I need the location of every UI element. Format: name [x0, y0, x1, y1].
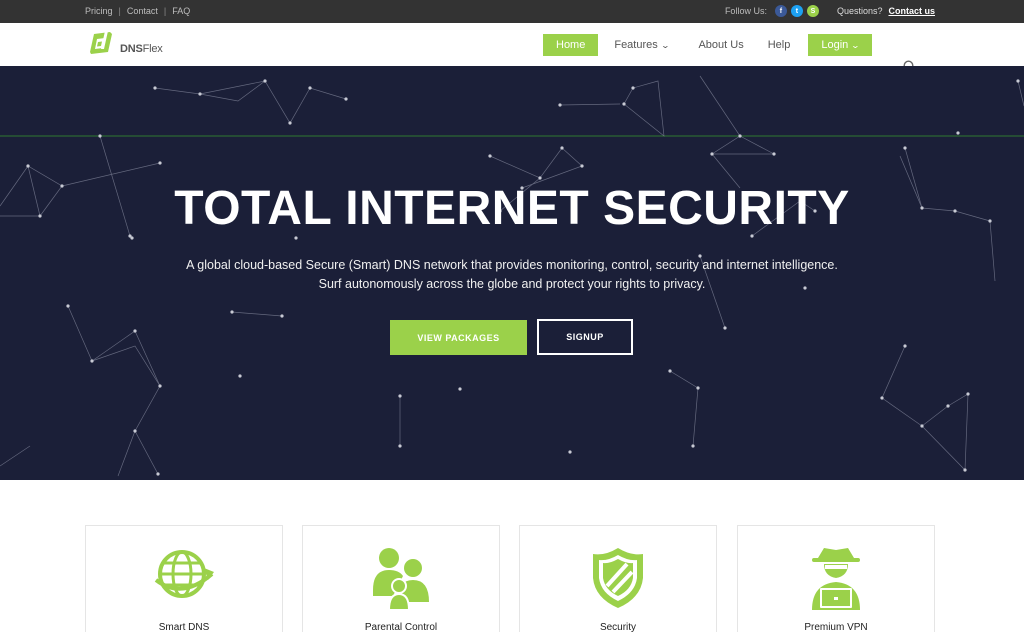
nav-home[interactable]: Home: [543, 33, 599, 56]
nav-menu: Home Features ⌄ About Us Help Login ⌄: [543, 33, 872, 56]
hero-subtitle-line-1: A global cloud-based Secure (Smart) DNS …: [186, 258, 838, 272]
chevron-down-icon: ⌄: [660, 40, 670, 50]
nav-help[interactable]: Help: [760, 34, 799, 56]
nav-about-us[interactable]: About Us: [690, 34, 751, 56]
top-bar: Pricing | Contact | FAQ Follow Us: f t S…: [0, 0, 1024, 23]
view-packages-button[interactable]: VIEW PACKAGES: [390, 320, 527, 355]
pricing-link[interactable]: Pricing: [85, 6, 113, 16]
separator: |: [163, 6, 167, 16]
feature-card-premium-vpn[interactable]: Premium VPN: [737, 525, 935, 632]
top-right: Follow Us: f t S Questions? Contact us: [725, 3, 935, 19]
feature-card-parental-control[interactable]: Parental Control: [302, 525, 500, 632]
feature-card-smart-dns[interactable]: Smart DNS: [85, 525, 283, 632]
spy-laptop-icon: [738, 546, 934, 610]
contact-link[interactable]: Contact: [127, 6, 158, 16]
feature-title: Smart DNS: [158, 622, 210, 632]
hero-subtitle-line-2: Surf autonomously across the globe and p…: [318, 277, 706, 291]
skype-icon[interactable]: S: [806, 5, 819, 17]
globe-icon: [86, 546, 282, 604]
chevron-down-icon: ⌄: [850, 40, 861, 50]
twitter-icon[interactable]: t: [790, 5, 803, 17]
shield-icon: [520, 546, 716, 610]
nav-features-label: Features: [614, 38, 658, 51]
brand-name: DNSFlex: [120, 43, 163, 55]
hero-subtitle: A global cloud-based Secure (Smart) DNS …: [0, 256, 1024, 294]
main-navbar: DNSFlex Home Features ⌄ About Us Help Log…: [0, 23, 1024, 74]
facebook-icon[interactable]: f: [774, 5, 787, 17]
faq-link[interactable]: FAQ: [172, 6, 190, 16]
nav-login-label: Login: [821, 38, 849, 51]
feature-title: Parental Control: [364, 622, 438, 632]
hero-title: TOTAL INTERNET SECURITY: [174, 182, 850, 235]
nav-login[interactable]: Login ⌄: [808, 33, 872, 56]
feature-title: Premium VPN: [804, 622, 868, 632]
hero-section: TOTAL INTERNET SECURITY A global cloud-b…: [0, 66, 1024, 480]
logo[interactable]: DNSFlex: [88, 30, 163, 56]
logo-mark-icon: [90, 31, 112, 54]
follow-us-label: Follow Us:: [724, 6, 767, 16]
brand-rest: Flex: [142, 43, 163, 55]
family-icon: [303, 546, 499, 610]
feature-card-security[interactable]: Security: [519, 525, 717, 632]
signup-button[interactable]: SIGNUP: [537, 319, 633, 355]
feature-title: Security: [599, 622, 637, 632]
nav-features[interactable]: Features ⌄: [606, 34, 676, 56]
questions-label: Questions?: [836, 6, 883, 16]
brand-bold: DNS: [120, 43, 143, 55]
separator: |: [118, 6, 121, 16]
contact-us-link[interactable]: Contact us: [888, 6, 935, 16]
top-links: Pricing | Contact | FAQ: [85, 6, 190, 16]
